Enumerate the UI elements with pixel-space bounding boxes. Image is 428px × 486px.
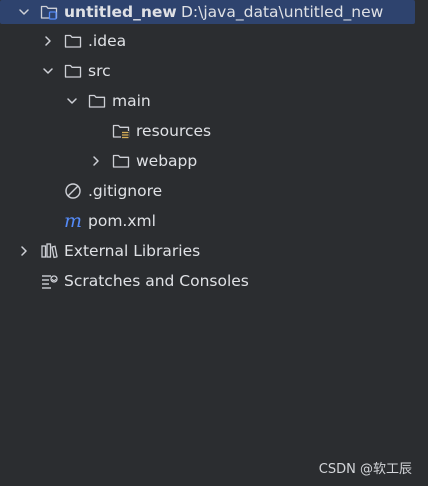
folder-icon	[64, 32, 82, 50]
tree-item-pom-xml[interactable]: m pom.xml	[0, 206, 428, 236]
libraries-icon	[40, 242, 58, 260]
tree-item-scratches-and-consoles[interactable]: Scratches and Consoles	[0, 266, 428, 296]
tree-item-webapp[interactable]: webapp	[0, 146, 428, 176]
tree-item-resources[interactable]: resources	[0, 116, 428, 146]
tree-item-label: resources	[136, 122, 212, 140]
tree-item-label: pom.xml	[88, 212, 156, 230]
maven-pom-icon: m	[64, 212, 82, 230]
svg-text:m: m	[64, 212, 82, 230]
chevron-down-icon[interactable]	[66, 95, 78, 107]
module-folder-icon	[40, 3, 58, 21]
folder-icon	[64, 62, 82, 80]
gitignore-icon	[64, 182, 82, 200]
scratches-icon	[40, 272, 58, 290]
folder-icon	[112, 152, 130, 170]
tree-item-label: .gitignore	[88, 182, 163, 200]
root-project-name: untitled_new	[64, 3, 177, 21]
tree-item-gitignore[interactable]: .gitignore	[0, 176, 428, 206]
chevron-right-icon[interactable]	[90, 155, 102, 167]
tree-item-label: main	[112, 92, 151, 110]
chevron-down-icon[interactable]	[42, 65, 54, 77]
tree-item-label: .idea	[88, 32, 127, 50]
chevron-right-icon[interactable]	[18, 245, 30, 257]
tree-item-label: Scratches and Consoles	[64, 272, 249, 290]
watermark: CSDN @软工辰	[318, 462, 412, 477]
tree-item-idea[interactable]: .idea	[0, 26, 428, 56]
resources-folder-icon	[112, 122, 130, 140]
tree-item-main[interactable]: main	[0, 86, 428, 116]
chevron-right-icon[interactable]	[42, 35, 54, 47]
tree-item-label: webapp	[136, 152, 198, 170]
tree-item-label: src	[88, 62, 111, 80]
tree-item-src[interactable]: src	[0, 56, 428, 86]
folder-icon	[88, 92, 106, 110]
tree-item-label: External Libraries	[64, 242, 201, 260]
chevron-down-icon[interactable]	[18, 6, 30, 18]
tree-item-external-libraries[interactable]: External Libraries	[0, 236, 428, 266]
root-project-path: D:\java_data\untitled_new	[181, 3, 384, 21]
